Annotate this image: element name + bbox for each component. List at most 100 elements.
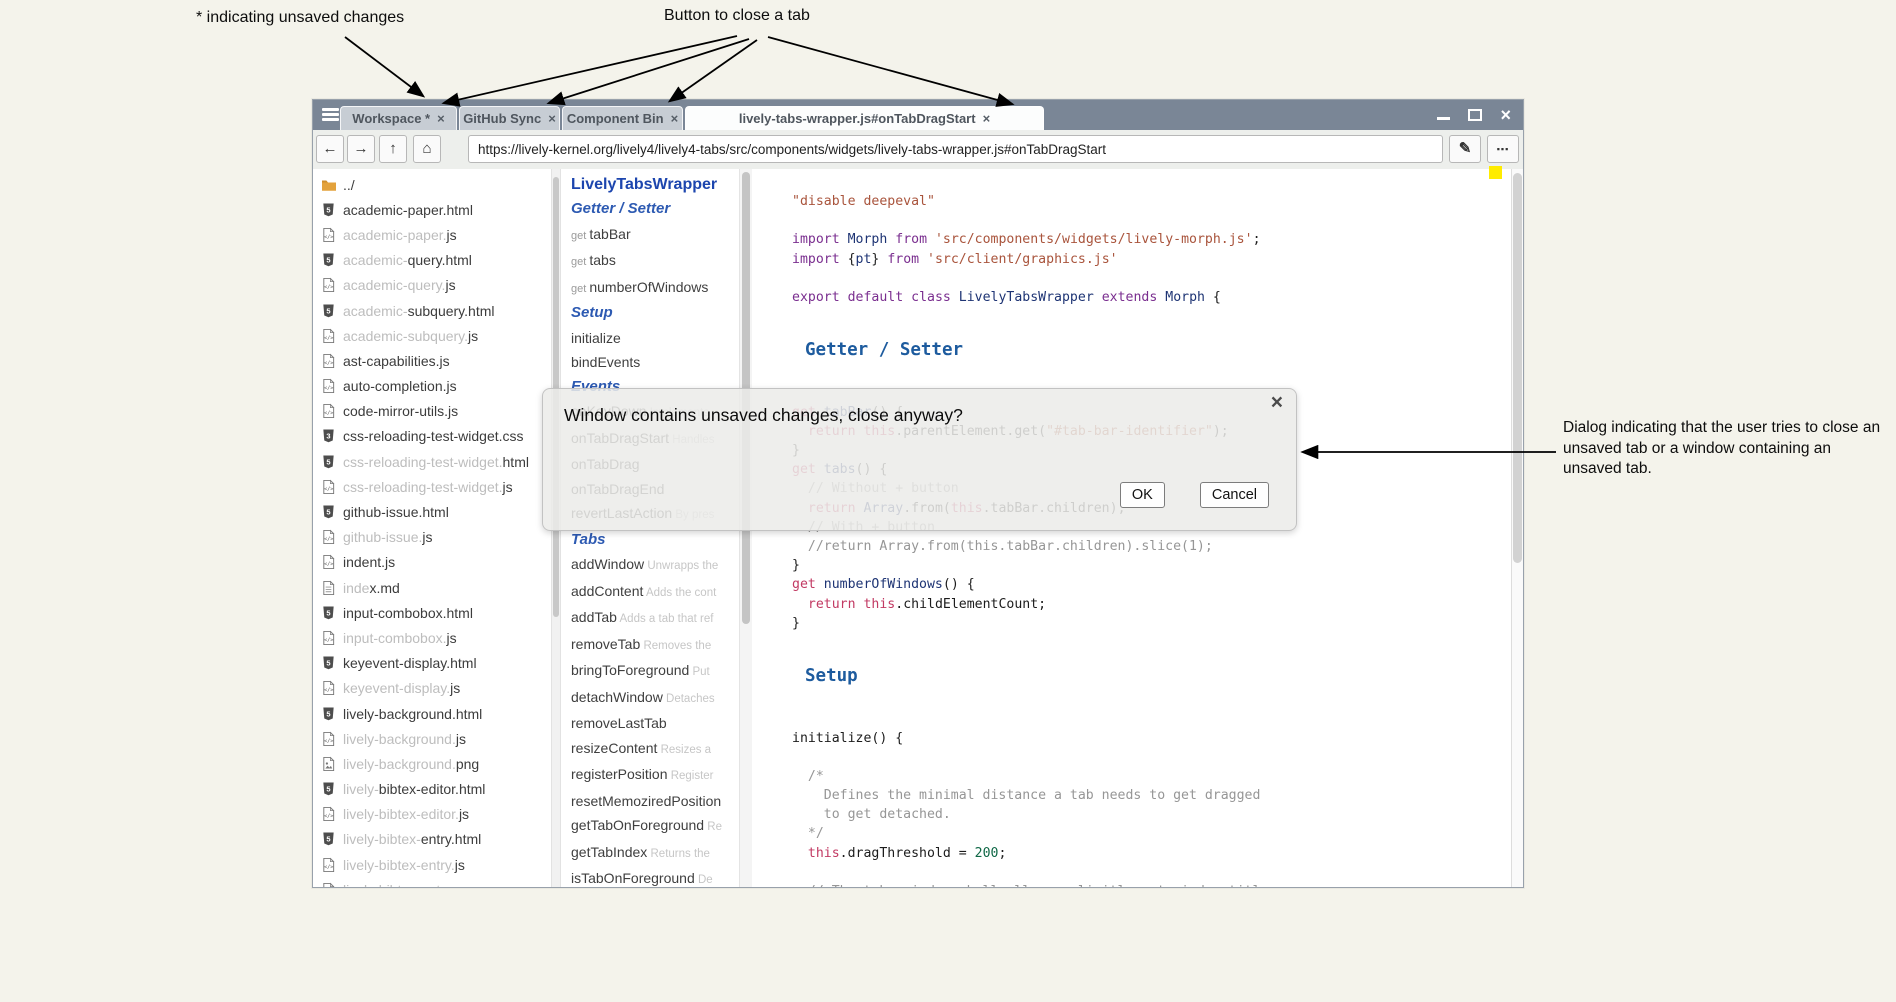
home-button[interactable]: ⌂ [413,135,441,163]
md-icon [321,580,337,596]
outline-section[interactable]: Setup [571,301,739,326]
tab-close-icon[interactable]: × [983,111,991,126]
outline-item[interactable]: detachWindow Detaches [571,685,739,712]
dialog-message: Window contains unsaved changes, close a… [564,405,963,426]
outline-item[interactable]: resizeContent Resizes a [571,736,739,763]
window-titlebar[interactable]: Workspace *×GitHub Sync×Component Bin×li… [313,100,1523,130]
file-item[interactable]: 5github-issue.html [313,499,551,524]
file-item[interactable]: 5academic-paper.html [313,197,551,222]
tab-close-icon[interactable]: × [671,111,679,126]
file-item[interactable]: 3css-reloading-test-widget.css [313,424,551,449]
tab[interactable]: GitHub Sync × [459,106,560,130]
outline-item[interactable]: initialize [571,326,739,351]
outline-item[interactable]: registerPosition Register [571,762,739,789]
editor-scrollbar[interactable] [1511,169,1523,887]
svg-text:</>: </> [324,738,333,744]
file-item[interactable]: </>code-mirror-utils.js [313,399,551,424]
file-item[interactable]: </>auto-completion.js [313,374,551,399]
html-icon: 5 [321,605,337,621]
up-button[interactable]: ↑ [379,135,407,163]
tab-label: GitHub Sync [463,111,541,126]
js-icon: </> [321,328,337,344]
file-item[interactable]: </>academic-subquery.js [313,323,551,348]
close-window-icon[interactable]: × [1500,100,1511,130]
file-item[interactable]: lively-background.png [313,751,551,776]
file-item[interactable]: </>github-issue.js [313,525,551,550]
html-icon: 5 [321,706,337,722]
outline-item[interactable]: getTabIndex Returns the [571,840,739,867]
file-item[interactable]: </>indent.js [313,550,551,575]
file-item[interactable]: index.md [313,575,551,600]
dialog-close-icon[interactable]: × [1271,391,1283,415]
outline-item[interactable]: bindEvents [571,350,739,375]
file-item[interactable]: 5academic-query.html [313,248,551,273]
outline-class-title[interactable]: LivelyTabsWrapper [571,173,739,197]
ok-button[interactable]: OK [1120,482,1165,508]
outline-section[interactable]: Tabs [571,528,739,553]
outline-item[interactable]: addContent Adds the cont [571,579,739,606]
file-name-segment: x.md [369,580,399,596]
file-item[interactable]: </>lively-background.js [313,726,551,751]
tab[interactable]: lively-tabs-wrapper.js#onTabDragStart× [685,106,1044,130]
file-item[interactable]: </>css-reloading-test-widget.js [313,474,551,499]
file-item[interactable]: 5input-combobox.html [313,600,551,625]
outline-item[interactable]: removeTab Removes the [571,632,739,659]
code-line: } [792,556,1511,575]
member-doc: Resizes a [657,744,711,756]
outline-item[interactable]: addWindow Unwrapps the [571,552,739,579]
file-name-segment: js [456,731,466,747]
js-icon: </> [321,554,337,570]
file-item[interactable]: </>keyevent-display.js [313,676,551,701]
file-item[interactable]: 5css-reloading-test-widget.html [313,449,551,474]
svg-text:</>: </> [324,335,333,341]
outline-item[interactable]: bringToForeground Put [571,658,739,685]
outline-item[interactable]: get numberOfWindows [571,275,739,302]
outline-item[interactable]: addTab Adds a tab that ref [571,605,739,632]
member-name: bringToForeground [571,662,689,678]
file-item[interactable]: 5keyevent-display.html [313,651,551,676]
code-line: // The tabs window shall allow explicitl… [792,882,1511,887]
file-item[interactable]: 5lively-background.html [313,701,551,726]
outline-item[interactable]: get tabs [571,248,739,275]
file-item[interactable]: </>input-combobox.js [313,625,551,650]
maximize-icon[interactable] [1468,109,1482,121]
file-item[interactable]: ../ [313,172,551,197]
file-item[interactable]: 5lively-bibtex-editor.html [313,777,551,802]
tab-close-icon[interactable]: × [548,111,556,126]
outline-item[interactable]: getTabOnForeground Re [571,813,739,840]
tab[interactable]: Workspace *× [340,106,457,130]
svg-text:5: 5 [326,659,330,668]
file-item[interactable]: 5academic-subquery.html [313,298,551,323]
file-name-segment: ../ [343,177,355,193]
cancel-button[interactable]: Cancel [1200,482,1269,508]
svg-text:</>: </> [324,537,333,543]
forward-button[interactable]: → [347,135,375,163]
back-button[interactable]: ← [316,135,344,163]
file-item[interactable]: </>lively-bibtex-editor.js [313,802,551,827]
tab[interactable]: Component Bin× [562,106,683,130]
file-item[interactable]: </>academic-query.js [313,273,551,298]
url-input[interactable] [468,135,1443,163]
file-item[interactable]: lively-bibtex-entry.png [313,877,551,887]
file-name-segment: keyevent-display. [343,680,450,696]
menu-icon[interactable] [322,108,339,122]
file-item[interactable]: 5lively-bibtex-entry.html [313,827,551,852]
tab-close-icon[interactable]: × [437,111,445,126]
png-icon [321,882,337,887]
edit-button[interactable]: ✎ [1449,135,1481,163]
file-item[interactable]: </>ast-capabilities.js [313,348,551,373]
svg-text:5: 5 [326,306,330,315]
more-options-button[interactable]: ▪▪▪ [1487,135,1519,163]
file-item[interactable]: </>academic-paper.js [313,222,551,247]
member-name: detachWindow [571,689,663,705]
member-doc: Adds the cont [643,587,716,599]
outline-item[interactable]: resetMemoziredPosition [571,789,739,814]
outline-item[interactable]: isTabOnForeground De [571,866,739,887]
file-item[interactable]: </>lively-bibtex-entry.js [313,852,551,877]
file-name-segment: lively- [343,781,379,797]
js-icon: </> [321,479,337,495]
outline-item[interactable]: get tabBar [571,222,739,249]
outline-section[interactable]: Getter / Setter [571,197,739,222]
outline-item[interactable]: removeLastTab [571,711,739,736]
minimize-icon[interactable] [1437,117,1450,120]
